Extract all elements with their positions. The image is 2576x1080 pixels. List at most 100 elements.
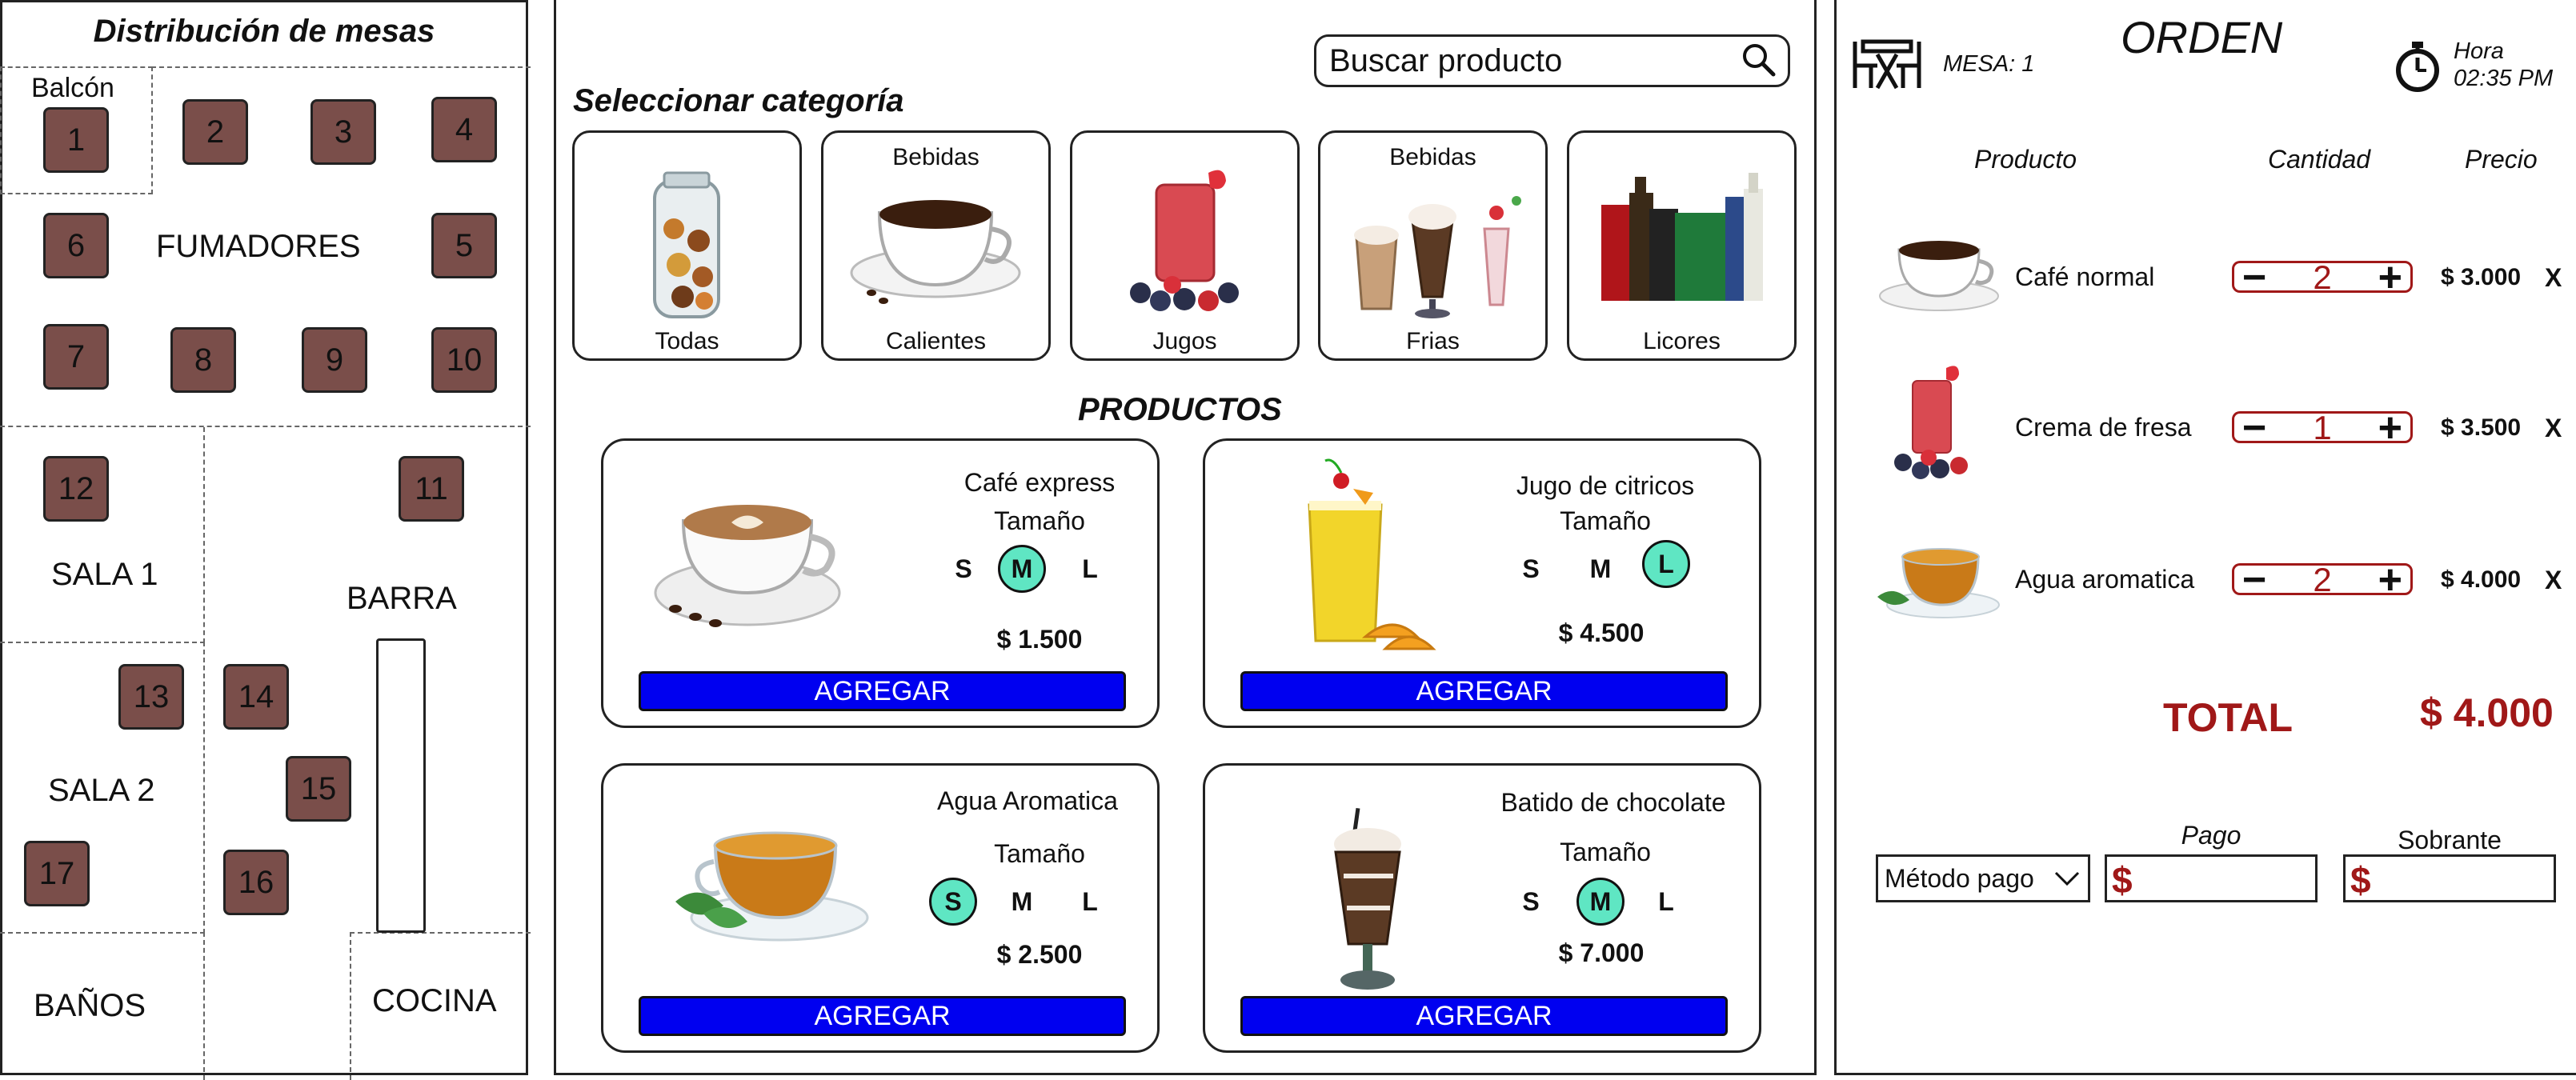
citrus-juice-icon [1308, 458, 1436, 650]
header-precio: Precio [2465, 145, 2538, 174]
size-m[interactable]: M [998, 878, 1046, 926]
table-4[interactable]: 4 [431, 97, 497, 162]
size-label: Tamaño [1560, 838, 1651, 866]
tea-cup-icon [675, 831, 869, 942]
add-button[interactable]: AGREGAR [1240, 996, 1728, 1036]
product-card: Jugo de citricos Tamaño S M L $ 4.500 AG… [1203, 438, 1761, 728]
pago-input[interactable]: $ [2105, 854, 2318, 902]
plus-button[interactable]: + [2378, 407, 2402, 449]
sobrante-input[interactable]: $ [2343, 854, 2556, 902]
remove-item-button[interactable]: X [2545, 263, 2562, 293]
table-8[interactable]: 8 [170, 327, 236, 393]
table-3[interactable]: 3 [310, 99, 376, 165]
header-cantidad: Cantidad [2268, 145, 2371, 174]
size-l[interactable]: L [1642, 540, 1690, 588]
table-14[interactable]: 14 [223, 664, 289, 730]
bottles-icon [1601, 173, 1763, 301]
size-label: Tamaño [994, 506, 1085, 535]
bar-counter [376, 638, 426, 933]
time-label: Hora [2454, 38, 2504, 64]
product-price: $ 2.500 [996, 940, 1083, 969]
zone-label-banos: BAÑOS [34, 988, 146, 1023]
search-icon[interactable] [1740, 41, 1777, 82]
crema-de-fresa-thumb [1894, 366, 1968, 479]
table-1[interactable]: 1 [43, 107, 109, 173]
search-box[interactable]: Buscar producto [1314, 34, 1790, 87]
table-16[interactable]: 16 [223, 850, 289, 915]
cafe-normal-thumb [1879, 241, 1999, 311]
size-m[interactable]: M [1576, 878, 1625, 926]
table-13[interactable]: 13 [118, 664, 184, 730]
add-button[interactable]: AGREGAR [639, 671, 1126, 711]
order-item-name: Crema de fresa [2015, 413, 2192, 442]
add-button[interactable]: AGREGAR [639, 996, 1126, 1036]
add-button[interactable]: AGREGAR [1240, 671, 1728, 711]
zone-label-cocina: COCINA [372, 983, 497, 1018]
payment-method-select[interactable]: Método pago [1876, 854, 2090, 902]
table-2[interactable]: 2 [182, 99, 248, 165]
category-todas[interactable]: Todas [572, 130, 802, 361]
table-11[interactable]: 11 [399, 456, 464, 522]
order-item-name: Agua aromatica [2015, 565, 2195, 594]
plus-button[interactable]: + [2378, 559, 2402, 601]
chocolate-shake-icon [1334, 807, 1401, 990]
category-jugos[interactable]: Jugos [1070, 130, 1300, 361]
order-item-price: $ 3.000 [2441, 264, 2522, 290]
order-title: ORDEN [2121, 12, 2283, 62]
category-label: Jugos [1152, 328, 1217, 354]
category-licores[interactable]: Licores [1567, 130, 1797, 361]
quantity-stepper[interactable]: − 2 + [2232, 559, 2413, 601]
table-7[interactable]: 7 [43, 324, 109, 390]
table-number: MESA: 1 [1943, 51, 2035, 77]
size-m[interactable]: M [1576, 545, 1625, 593]
product-name: Agua Aromatica [937, 786, 1118, 815]
size-s[interactable]: S [1507, 545, 1555, 593]
table-6[interactable]: 6 [43, 213, 109, 278]
quantity-stepper[interactable]: − 1 + [2232, 407, 2413, 449]
map-title: Distribución de mesas [93, 14, 435, 49]
size-s[interactable]: S [939, 545, 988, 593]
total-label: TOTAL [2163, 695, 2294, 740]
zone-label-fumadores: FUMADORES [156, 229, 361, 264]
category-label: Calientes [885, 328, 987, 354]
jar-icon [653, 171, 720, 318]
category-frias[interactable]: Bebidas Frias [1318, 130, 1548, 361]
sobrante-label: Sobrante [2398, 826, 2502, 854]
currency-symbol: $ [2350, 859, 2371, 901]
product-price: $ 7.000 [1558, 938, 1645, 967]
coffee-cup-icon [850, 200, 1021, 304]
products-title: PRODUCTOS [1078, 392, 1282, 427]
plus-button[interactable]: + [2378, 257, 2402, 298]
table-5[interactable]: 5 [431, 213, 497, 278]
category-calientes[interactable]: Bebidas Calientes [821, 130, 1051, 361]
table-10[interactable]: 10 [431, 327, 497, 393]
table-9[interactable]: 9 [302, 327, 367, 393]
latte-icon [654, 505, 841, 627]
size-l[interactable]: L [1066, 878, 1114, 926]
table-15[interactable]: 15 [286, 756, 351, 822]
categories-title: Seleccionar categoría [573, 83, 904, 118]
milkshake-icon [1354, 196, 1521, 318]
product-name: Batido de chocolate [1500, 788, 1726, 817]
quantity-stepper[interactable]: − 2 + [2232, 257, 2413, 298]
search-input[interactable]: Buscar producto [1329, 43, 1740, 79]
zone-label-sala1: SALA 1 [51, 557, 158, 592]
pago-label: Pago [2181, 821, 2241, 850]
remove-item-button[interactable]: X [2545, 566, 2562, 595]
header-producto: Producto [1974, 145, 2077, 174]
product-name: Jugo de citricos [1516, 471, 1695, 500]
remove-item-button[interactable]: X [2545, 414, 2562, 443]
currency-symbol: $ [2112, 859, 2133, 901]
size-s[interactable]: S [1507, 878, 1555, 926]
size-m[interactable]: M [998, 545, 1046, 593]
order-item-name: Café normal [2015, 262, 2155, 291]
table-17[interactable]: 17 [24, 841, 90, 906]
size-s[interactable]: S [929, 878, 977, 926]
product-name: Café express [963, 468, 1116, 497]
total-value: $ 4.000 [2420, 690, 2554, 735]
table-12[interactable]: 12 [43, 456, 109, 522]
size-l[interactable]: L [1066, 545, 1114, 593]
size-l[interactable]: L [1642, 878, 1690, 926]
size-label: Tamaño [994, 839, 1085, 868]
category-label: Licores [1643, 328, 1721, 354]
